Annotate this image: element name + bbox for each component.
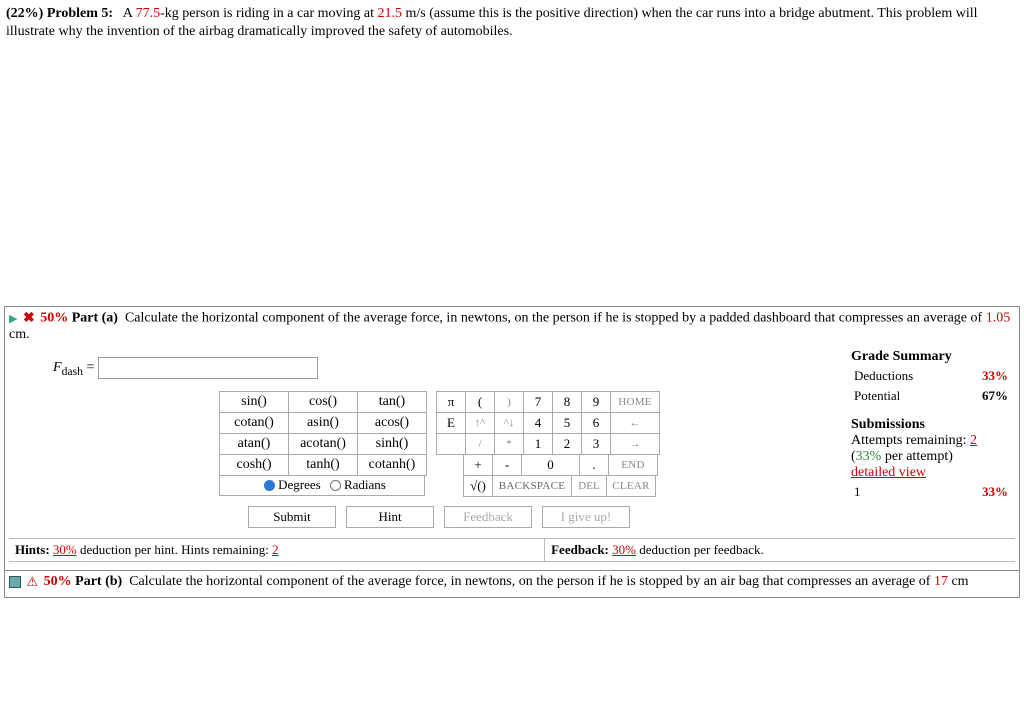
key-end[interactable]: END [608,454,658,476]
key-mul[interactable]: * [494,433,524,455]
fn-acos[interactable]: acos() [357,412,427,434]
part-b-box: ⚠ 50% Part (b) Calculate the horizontal … [4,571,1020,597]
key-left[interactable]: ← [610,412,660,434]
detailed-view-link[interactable]: detailed view [851,465,926,480]
fn-sin[interactable]: sin() [219,391,289,413]
key-sup[interactable]: ↑^ [465,412,495,434]
fn-sinh[interactable]: sinh() [357,433,427,455]
key-plus[interactable]: + [463,454,493,476]
key-e[interactable]: E [436,412,466,434]
fn-atan[interactable]: atan() [219,433,289,455]
angle-mode[interactable]: Degrees Radians [219,474,425,496]
part-a-weight: 50% [40,311,68,326]
function-pad: sin() cos() tan() cotan() asin() acos() … [219,391,426,496]
key-0[interactable]: 0 [521,454,580,476]
fn-cotanh[interactable]: cotanh() [357,454,427,476]
key-blank[interactable] [436,433,466,455]
key-8[interactable]: 8 [552,391,582,413]
key-sqrt[interactable]: √() [463,475,493,497]
attempts-remaining[interactable]: 2 [970,433,977,448]
key-home[interactable]: HOME [610,391,660,413]
wrong-icon: ✖ [23,310,35,327]
key-3[interactable]: 3 [581,433,611,455]
degrees-radio[interactable] [264,480,275,491]
key-2[interactable]: 2 [552,433,582,455]
key-dot[interactable]: . [579,454,609,476]
key-sub[interactable]: ^↓ [494,412,524,434]
expand-icon[interactable]: ▶ [9,312,17,325]
spacer [4,44,1020,304]
fn-cos[interactable]: cos() [288,391,358,413]
hints-feedback-row: Hints: 30% deduction per hint. Hints rem… [9,538,1015,562]
key-9[interactable]: 9 [581,391,611,413]
answer-row: Fdash = [53,357,851,379]
hint-button[interactable]: Hint [346,506,434,528]
number-pad: π ( ) 7 8 9 HOME E ↑^ ^↓ 4 [436,391,659,496]
fn-asin[interactable]: asin() [288,412,358,434]
key-1[interactable]: 1 [523,433,553,455]
feedback-button[interactable]: Feedback [444,506,532,528]
key-backspace[interactable]: BACKSPACE [492,475,572,497]
warning-icon: ⚠ [27,574,39,590]
part-a-label: Part (a) [72,311,118,326]
key-clear[interactable]: CLEAR [606,475,656,497]
giveup-button[interactable]: I give up! [542,506,630,528]
problem-statement: (22%) Problem 5: A 77.5-kg person is rid… [4,2,1020,44]
part-a-box: ▶ ✖ 50% Part (a) Calculate the horizonta… [4,306,1020,571]
key-pi[interactable]: π [436,391,466,413]
part-a-header: ▶ ✖ 50% Part (a) Calculate the horizonta… [9,310,1015,343]
fn-tanh[interactable]: tanh() [288,454,358,476]
submit-button[interactable]: Submit [248,506,336,528]
key-minus[interactable]: - [492,454,522,476]
fn-acotan[interactable]: acotan() [288,433,358,455]
action-row: Submit Hint Feedback I give up! [27,506,851,528]
key-4[interactable]: 4 [523,412,553,434]
hints-remaining[interactable]: 2 [272,542,279,557]
answer-input[interactable] [98,357,318,379]
radians-radio[interactable] [330,480,341,491]
key-del[interactable]: DEL [571,475,607,497]
key-7[interactable]: 7 [523,391,553,413]
key-5[interactable]: 5 [552,412,582,434]
grade-summary: Grade Summary Deductions 33% Potential 6… [851,349,1015,528]
fn-cotan[interactable]: cotan() [219,412,289,434]
fn-cosh[interactable]: cosh() [219,454,289,476]
key-lparen[interactable]: ( [465,391,495,413]
key-rparen[interactable]: ) [494,391,524,413]
key-div[interactable]: / [465,433,495,455]
key-right[interactable]: → [610,433,660,455]
status-icon [9,576,21,588]
fn-tan[interactable]: tan() [357,391,427,413]
key-6[interactable]: 6 [581,412,611,434]
